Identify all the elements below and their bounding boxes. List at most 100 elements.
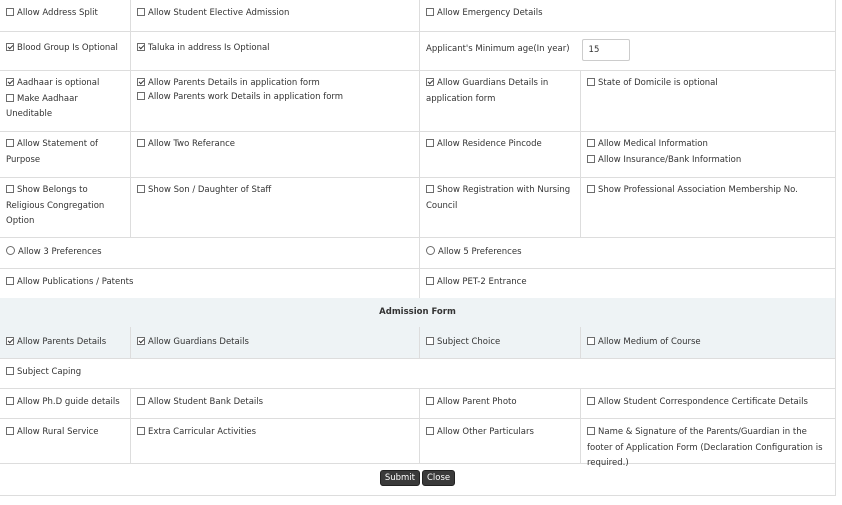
checkbox-icon[interactable] xyxy=(426,8,434,16)
checkbox-checked-icon[interactable] xyxy=(137,43,145,51)
settings-cell: Allow Emergency Details xyxy=(419,0,835,31)
parents-details-application-checkbox[interactable]: Allow Parents Details in application for… xyxy=(137,76,413,92)
settings-cell: Show Professional Association Membership… xyxy=(580,177,835,237)
settings-cell: Show Son / Daughter of Staff xyxy=(130,177,419,237)
taluka-optional-checkbox[interactable]: Taluka in address Is Optional xyxy=(137,41,413,57)
checkbox-label: Allow PET-2 Entrance xyxy=(437,277,527,287)
checkbox-icon[interactable] xyxy=(587,427,595,435)
checkbox-label: Allow Address Split xyxy=(17,8,98,18)
minimum-age-label: Applicant's Minimum age(In year) xyxy=(426,44,570,55)
close-button[interactable]: Close xyxy=(422,470,456,486)
subject-caping-checkbox[interactable]: Subject Caping xyxy=(6,365,829,381)
checkbox-icon[interactable] xyxy=(6,185,14,193)
correspondence-certificate-checkbox[interactable]: Allow Student Correspondence Certificate… xyxy=(587,395,829,411)
checkbox-checked-icon[interactable] xyxy=(426,78,434,86)
checkbox-label: Subject Caping xyxy=(17,367,82,377)
medical-information-checkbox[interactable]: Allow Medical Information xyxy=(587,137,829,153)
checkbox-checked-icon[interactable] xyxy=(6,78,14,86)
checkbox-icon[interactable] xyxy=(137,397,145,405)
checkbox-icon[interactable] xyxy=(6,397,14,405)
settings-cell: Allow Parents Details in application for… xyxy=(130,70,419,131)
pet2-entrance-checkbox[interactable]: Allow PET-2 Entrance xyxy=(426,275,829,291)
other-particulars-checkbox[interactable]: Allow Other Particulars xyxy=(426,425,574,441)
checkbox-icon[interactable] xyxy=(587,337,595,345)
checkbox-icon[interactable] xyxy=(426,277,434,285)
checkbox-icon[interactable] xyxy=(137,139,145,147)
minimum-age-input[interactable] xyxy=(581,39,630,61)
checkbox-icon[interactable] xyxy=(6,427,14,435)
checkbox-icon[interactable] xyxy=(587,139,595,147)
checkbox-icon[interactable] xyxy=(426,427,434,435)
nursing-council-registration-checkbox[interactable]: Show Registration with Nursing Council xyxy=(426,183,574,214)
submit-button[interactable]: Submit xyxy=(379,470,420,486)
checkbox-icon[interactable] xyxy=(587,185,595,193)
two-referance-checkbox[interactable]: Allow Two Referance xyxy=(137,137,413,153)
checkbox-icon[interactable] xyxy=(6,93,14,102)
address-split-checkbox[interactable]: Allow Address Split xyxy=(6,6,124,22)
checkbox-label: Blood Group Is Optional xyxy=(17,43,118,53)
checkbox-checked-icon[interactable] xyxy=(6,43,14,51)
checkbox-icon[interactable] xyxy=(6,8,14,16)
checkbox-icon[interactable] xyxy=(426,185,434,193)
admission-parents-details-checkbox[interactable]: Allow Parents Details xyxy=(6,335,124,351)
student-bank-details-checkbox[interactable]: Allow Student Bank Details xyxy=(137,395,413,411)
parents-work-details-checkbox[interactable]: Allow Parents work Details in applicatio… xyxy=(137,91,413,103)
admission-guardians-details-checkbox[interactable]: Allow Guardians Details xyxy=(137,335,413,351)
checkbox-icon[interactable] xyxy=(6,139,14,147)
checkbox-icon[interactable] xyxy=(587,397,595,405)
checkbox-label: Allow Medical Information xyxy=(598,139,708,149)
parent-signature-footer-checkbox[interactable]: Name & Signature of the Parents/Guardian… xyxy=(587,425,829,472)
extra-curricular-checkbox[interactable]: Extra Carricular Activities xyxy=(137,425,413,441)
professional-association-checkbox[interactable]: Show Professional Association Membership… xyxy=(587,183,829,199)
subject-choice-checkbox[interactable]: Subject Choice xyxy=(426,335,574,351)
checkbox-icon[interactable] xyxy=(137,185,145,193)
medium-of-course-checkbox[interactable]: Allow Medium of Course xyxy=(587,335,829,351)
checkbox-icon[interactable] xyxy=(137,8,145,16)
statement-of-purpose-checkbox[interactable]: Allow Statement of Purpose xyxy=(6,137,124,168)
aadhaar-optional-checkbox[interactable]: Aadhaar is optional xyxy=(6,76,124,92)
checkbox-label: Allow Other Particulars xyxy=(437,427,534,437)
rural-service-checkbox[interactable]: Allow Rural Service xyxy=(6,425,124,441)
checkbox-icon[interactable] xyxy=(137,427,145,435)
religious-congregation-checkbox[interactable]: Show Belongs to Religious Congregation O… xyxy=(6,183,124,230)
radio-icon[interactable] xyxy=(426,246,435,255)
residence-pincode-checkbox[interactable]: Allow Residence Pincode xyxy=(426,137,574,153)
checkbox-checked-icon[interactable] xyxy=(6,337,14,345)
checkbox-icon[interactable] xyxy=(6,367,14,375)
guardians-details-application-checkbox[interactable]: Allow Guardians Details in application f… xyxy=(426,76,574,107)
three-preferences-radio[interactable]: Allow 3 Preferences xyxy=(6,245,413,261)
section-header-row: Admission Form xyxy=(0,298,835,328)
settings-cell: Show Belongs to Religious Congregation O… xyxy=(0,177,130,237)
settings-row: Allow Ph.D guide details Allow Student B… xyxy=(0,388,835,419)
publications-patents-checkbox[interactable]: Allow Publications / Patents xyxy=(6,275,413,291)
checkbox-checked-icon[interactable] xyxy=(137,78,145,86)
son-daughter-staff-checkbox[interactable]: Show Son / Daughter of Staff xyxy=(137,183,413,199)
checkbox-label: Make Aadhaar Uneditable xyxy=(6,93,78,120)
phd-guide-details-checkbox[interactable]: Allow Ph.D guide details xyxy=(6,395,124,411)
emergency-details-checkbox[interactable]: Allow Emergency Details xyxy=(426,6,829,22)
domicile-optional-checkbox[interactable]: State of Domicile is optional xyxy=(587,76,829,92)
checkbox-icon[interactable] xyxy=(426,397,434,405)
checkbox-icon[interactable] xyxy=(426,337,434,345)
checkbox-label: Allow Publications / Patents xyxy=(17,277,134,287)
checkbox-icon[interactable] xyxy=(6,277,14,285)
checkbox-icon[interactable] xyxy=(587,78,595,86)
student-elective-admission-checkbox[interactable]: Allow Student Elective Admission xyxy=(137,6,413,22)
five-preferences-radio[interactable]: Allow 5 Preferences xyxy=(426,245,829,261)
settings-cell: Name & Signature of the Parents/Guardian… xyxy=(580,418,835,468)
checkbox-icon[interactable] xyxy=(137,91,145,100)
insurance-bank-information-checkbox[interactable]: Allow Insurance/Bank Information xyxy=(587,153,829,169)
settings-cell: Allow Ph.D guide details xyxy=(0,388,130,418)
parent-photo-checkbox[interactable]: Allow Parent Photo xyxy=(426,395,574,411)
settings-cell: Allow Statement of Purpose xyxy=(0,131,130,177)
checkbox-icon[interactable] xyxy=(426,139,434,147)
settings-row: Blood Group Is Optional Taluka in addres… xyxy=(0,31,835,71)
settings-cell: Subject Caping xyxy=(0,358,835,388)
aadhaar-uneditable-checkbox[interactable]: Make Aadhaar Uneditable xyxy=(6,92,124,123)
checkbox-checked-icon[interactable] xyxy=(137,337,145,345)
settings-cell: State of Domicile is optional xyxy=(580,70,835,131)
settings-cell: Allow Rural Service xyxy=(0,418,130,463)
checkbox-icon[interactable] xyxy=(587,154,595,163)
blood-group-optional-checkbox[interactable]: Blood Group Is Optional xyxy=(6,41,124,57)
radio-icon[interactable] xyxy=(6,246,15,255)
